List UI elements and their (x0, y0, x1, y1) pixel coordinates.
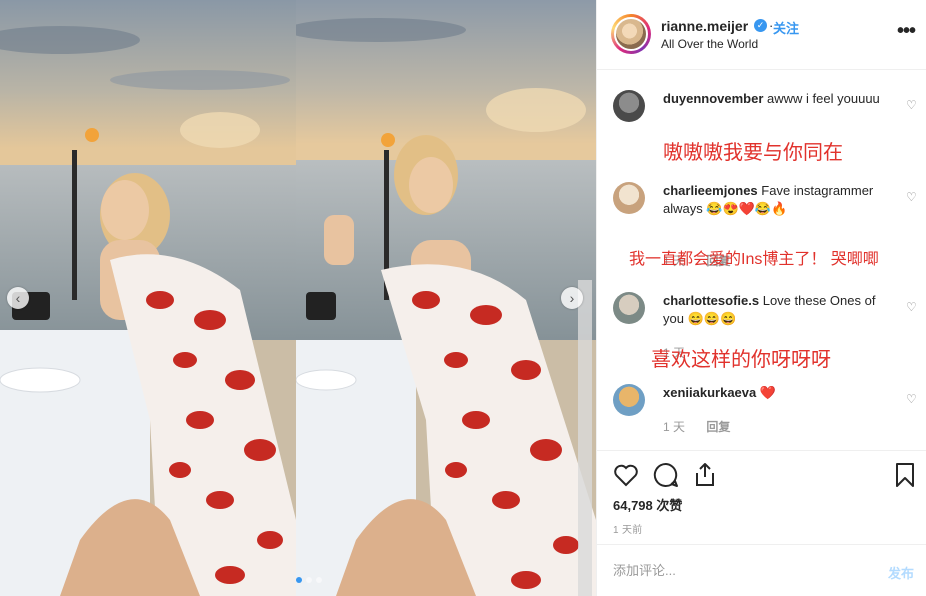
beach-photo-right (296, 0, 596, 596)
story-ring[interactable] (611, 14, 651, 54)
comment-username[interactable]: duyennovember (663, 91, 763, 106)
bookmark-icon[interactable] (895, 462, 915, 488)
like-heart-icon[interactable] (613, 463, 639, 487)
commenter-avatar[interactable] (613, 384, 645, 416)
verified-badge-icon: ✓ (754, 19, 767, 32)
likes-count[interactable]: 64,798 次赞 (613, 495, 682, 514)
comment-username[interactable]: xeniiakurkaeva (663, 385, 756, 400)
reply-button[interactable]: 回复 (706, 420, 730, 434)
commenter-avatar[interactable] (613, 292, 645, 324)
post-header: rianne.meijer ✓ · 关注 All Over the World … (597, 0, 926, 70)
commenter-avatar[interactable] (613, 90, 645, 122)
comment-bubble-icon[interactable] (653, 462, 679, 488)
post-username[interactable]: rianne.meijer (661, 18, 748, 34)
avatar[interactable] (614, 17, 648, 51)
comment-text: xeniiakurkaeva ❤️ (663, 384, 893, 402)
like-comment-heart-icon[interactable]: ♡ (906, 190, 917, 204)
chinese-caption-overlay: 喜欢这样的你呀呀呀 (651, 349, 831, 371)
beach-photo-left (0, 0, 296, 596)
comment-text: duyennovember awww i feel youuuu (663, 90, 893, 108)
comment-body: awww i feel youuuu (767, 91, 880, 106)
post-time-ago: 1 天前 (613, 525, 643, 536)
share-icon[interactable] (693, 461, 717, 487)
add-comment-bar: 发布 (597, 544, 926, 596)
prev-arrow[interactable]: ‹ (7, 287, 29, 309)
like-comment-heart-icon[interactable]: ♡ (906, 392, 917, 406)
chinese-caption-overlay: 嗷嗷嗷我要与你同在 (663, 142, 843, 164)
comment-input[interactable] (613, 563, 863, 578)
like-comment-heart-icon[interactable]: ♡ (906, 300, 917, 314)
photo-right-panel: › (296, 0, 596, 596)
follow-button[interactable]: 关注 (773, 18, 799, 37)
commenter-avatar[interactable] (613, 182, 645, 214)
comment-username[interactable]: charlieemjones (663, 183, 758, 198)
next-arrow[interactable]: › (561, 287, 583, 309)
more-options-icon[interactable]: ••• (897, 20, 916, 43)
comment-text: charlottesofie.s Love these Ones of you … (663, 292, 893, 328)
post-comment-button[interactable]: 发布 (888, 563, 914, 582)
comment-meta: 1 天 回复 (663, 418, 730, 435)
post-photo[interactable]: ‹ › (0, 0, 596, 596)
carousel-dot (316, 577, 322, 583)
chinese-caption-overlay: 我一直都会爱的Ins博主了！ 哭唧唧 (629, 251, 879, 268)
like-comment-heart-icon[interactable]: ♡ (906, 98, 917, 112)
post-side-panel: rianne.meijer ✓ · 关注 All Over the World … (596, 0, 926, 596)
carousel-dot-active (296, 577, 302, 583)
carousel-dot (306, 577, 312, 583)
photo-left-panel: ‹ (0, 0, 296, 596)
comment-time: 1 天 (663, 420, 686, 434)
carousel-dots (296, 577, 322, 583)
comment-body: ❤️ (759, 385, 777, 400)
comment-text: charlieemjones Fave instagrammer always … (663, 182, 893, 218)
comment-username[interactable]: charlottesofie.s (663, 293, 759, 308)
post-location[interactable]: All Over the World (661, 37, 758, 51)
